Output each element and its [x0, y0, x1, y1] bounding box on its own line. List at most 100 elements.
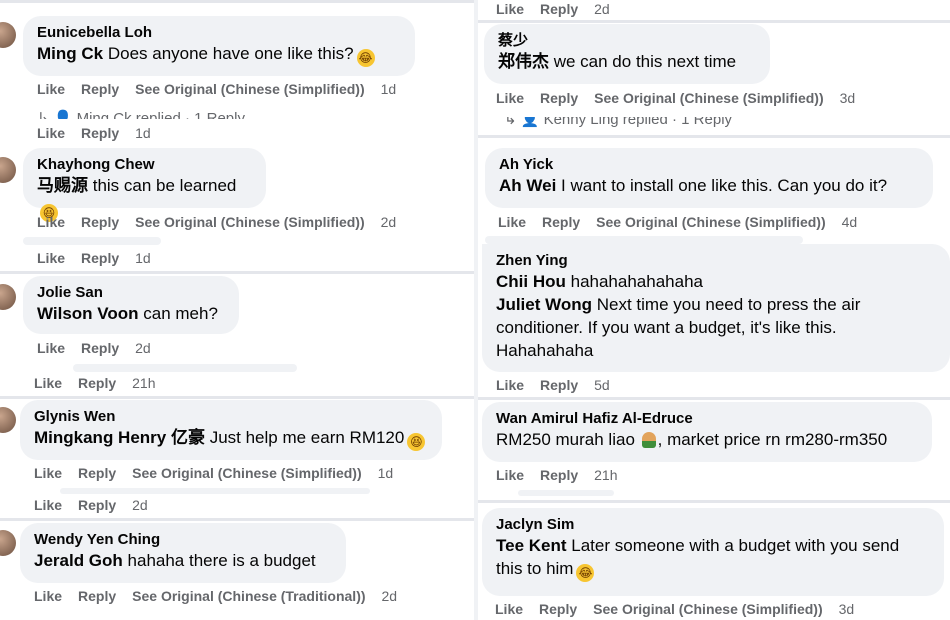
comment-text-line: conditioner. If you want a budget, it's …: [496, 318, 837, 337]
crop-seam: [0, 518, 474, 521]
reply-button[interactable]: Reply: [78, 588, 116, 604]
comment-text: Ming Ck Does anyone have one like this? 😂: [37, 42, 401, 67]
reply-button[interactable]: Reply: [539, 601, 577, 617]
like-button[interactable]: Like: [37, 214, 65, 230]
reply-button[interactable]: Reply: [540, 377, 578, 393]
comment-author[interactable]: Jaclyn Sim: [496, 515, 930, 534]
like-button[interactable]: Like: [37, 340, 65, 356]
avatar[interactable]: [0, 22, 16, 48]
replies-link[interactable]: ↳ 👤 Ming Ck replied · 1 Reply: [37, 109, 245, 119]
like-button[interactable]: Like: [496, 467, 524, 483]
comment-actions: Like Reply See Original (Chinese (Simplifi…: [37, 214, 412, 230]
replies-link[interactable]: ↳ 👤 Kenny Ling replied · 1 Reply: [504, 117, 732, 133]
timestamp: 1d: [380, 81, 397, 97]
cropped-bubble: [23, 237, 161, 245]
timestamp: 3d: [839, 90, 856, 106]
like-button[interactable]: Like: [34, 588, 62, 604]
comment-author[interactable]: 蔡少: [498, 31, 756, 50]
mention-tag[interactable]: Chii Hou: [496, 272, 566, 291]
comment-author[interactable]: Wan Amirul Hafiz Al-Edruce: [496, 409, 918, 428]
comment-author[interactable]: Ah Yick: [499, 155, 919, 174]
comment-actions: Like Reply See Original (Chinese (Simplifi…: [498, 214, 873, 230]
timestamp: 5d: [594, 377, 610, 393]
like-button[interactable]: Like: [496, 90, 524, 106]
comment-actions: Like Reply 2d: [34, 497, 164, 513]
comment-actions: Like Reply 2d: [37, 340, 167, 356]
see-original-link[interactable]: See Original (Chinese (Simplified)): [594, 90, 823, 106]
avatar[interactable]: [0, 284, 16, 310]
like-button[interactable]: Like: [496, 377, 524, 393]
cropped-bubble: [73, 364, 297, 372]
see-original-link[interactable]: See Original (Chinese (Traditional)): [132, 588, 365, 604]
reply-button[interactable]: Reply: [81, 340, 119, 356]
cropped-reply-row: [518, 490, 614, 496]
reply-button[interactable]: Reply: [542, 214, 580, 230]
comment-author[interactable]: Eunicebella Loh: [37, 23, 401, 42]
like-button[interactable]: Like: [34, 465, 62, 481]
like-button[interactable]: Like: [498, 214, 526, 230]
comment-body: , market price rn rm280-rm350: [657, 430, 888, 449]
like-button[interactable]: Like: [37, 81, 65, 97]
timestamp: 3d: [838, 601, 855, 617]
mention-tag[interactable]: Tee Kent: [496, 536, 567, 555]
like-button[interactable]: Like: [37, 125, 65, 141]
comment-body: hahahahahahaha: [565, 272, 703, 291]
like-button[interactable]: Like: [495, 601, 523, 617]
reply-button[interactable]: Reply: [78, 375, 116, 391]
mention-tag[interactable]: Jerald Goh: [34, 551, 123, 570]
reply-button[interactable]: Reply: [81, 81, 119, 97]
comment-author[interactable]: Wendy Yen Ching: [34, 530, 332, 549]
reply-button[interactable]: Reply: [81, 214, 119, 230]
laughing-emoji-icon: 😆: [407, 433, 426, 451]
see-original-link[interactable]: See Original (Chinese (Simplified)): [593, 601, 822, 617]
mention-tag[interactable]: Mingkang Henry 亿豪: [34, 428, 205, 447]
like-button[interactable]: Like: [34, 497, 62, 513]
comment-body: Later someone with a budget with you sen…: [566, 536, 900, 555]
comment-bubble: Jaclyn Sim Tee Kent Later someone with a…: [482, 508, 944, 596]
reply-button[interactable]: Reply: [540, 90, 578, 106]
comment-actions: Like Reply 21h: [496, 467, 634, 483]
avatar[interactable]: [0, 530, 16, 556]
timestamp: 21h: [132, 375, 156, 391]
mention-tag[interactable]: Ming Ck: [37, 44, 103, 63]
comment-text: Ah Wei I want to install one like this. …: [499, 174, 919, 197]
mention-tag[interactable]: 郑伟杰: [498, 52, 549, 71]
reply-button[interactable]: Reply: [78, 497, 116, 513]
see-original-link[interactable]: See Original (Chinese (Simplified)): [135, 81, 364, 97]
reply-button[interactable]: Reply: [78, 465, 116, 481]
reply-button[interactable]: Reply: [540, 1, 578, 17]
mention-tag[interactable]: Wilson Voon: [37, 304, 139, 323]
timestamp: 2d: [381, 588, 398, 604]
comment-bubble: Jolie San Wilson Voon can meh?: [23, 276, 239, 334]
comment-author[interactable]: Khayhong Chew: [37, 155, 252, 174]
replies-link-text[interactable]: ↳ 👤 Kenny Ling replied · 1 Reply: [504, 117, 732, 128]
comment-bubble: Eunicebella Loh Ming Ck Does anyone have…: [23, 16, 415, 76]
timestamp: 1d: [135, 250, 151, 266]
see-original-link[interactable]: See Original (Chinese (Simplified)): [596, 214, 825, 230]
reply-button[interactable]: Reply: [81, 250, 119, 266]
mention-tag[interactable]: Juliet Wong: [496, 295, 592, 314]
crop-seam: [478, 20, 950, 23]
comment-body: Just help me earn RM120: [204, 428, 405, 447]
rofl-emoji-icon: 😂: [576, 564, 595, 582]
mention-tag[interactable]: 马赐源: [37, 176, 88, 195]
comment-actions: Like Reply See Original (Chinese (Traditio…: [34, 588, 413, 604]
like-button[interactable]: Like: [37, 250, 65, 266]
reply-button[interactable]: Reply: [540, 467, 578, 483]
comment-text: 郑伟杰 we can do this next time: [498, 50, 756, 73]
mention-tag[interactable]: Ah Wei: [499, 176, 556, 195]
avatar[interactable]: [0, 407, 16, 433]
avatar[interactable]: [0, 157, 16, 183]
comment-author[interactable]: Zhen Ying: [496, 251, 936, 270]
comment-body: this can be learned: [88, 176, 237, 195]
comment-author[interactable]: Glynis Wen: [34, 407, 428, 426]
reply-button[interactable]: Reply: [81, 125, 119, 141]
like-button[interactable]: Like: [496, 1, 524, 17]
like-button[interactable]: Like: [34, 375, 62, 391]
comment-actions: Like Reply 1d: [37, 125, 167, 141]
right-comment-column: Like Reply 2d 蔡少 郑伟杰 we can do this next t…: [478, 0, 950, 620]
see-original-link[interactable]: See Original (Chinese (Simplified)): [132, 465, 361, 481]
comment-bubble: Ah Yick Ah Wei I want to install one lik…: [485, 148, 933, 208]
see-original-link[interactable]: See Original (Chinese (Simplified)): [135, 214, 364, 230]
comment-author[interactable]: Jolie San: [37, 283, 225, 302]
